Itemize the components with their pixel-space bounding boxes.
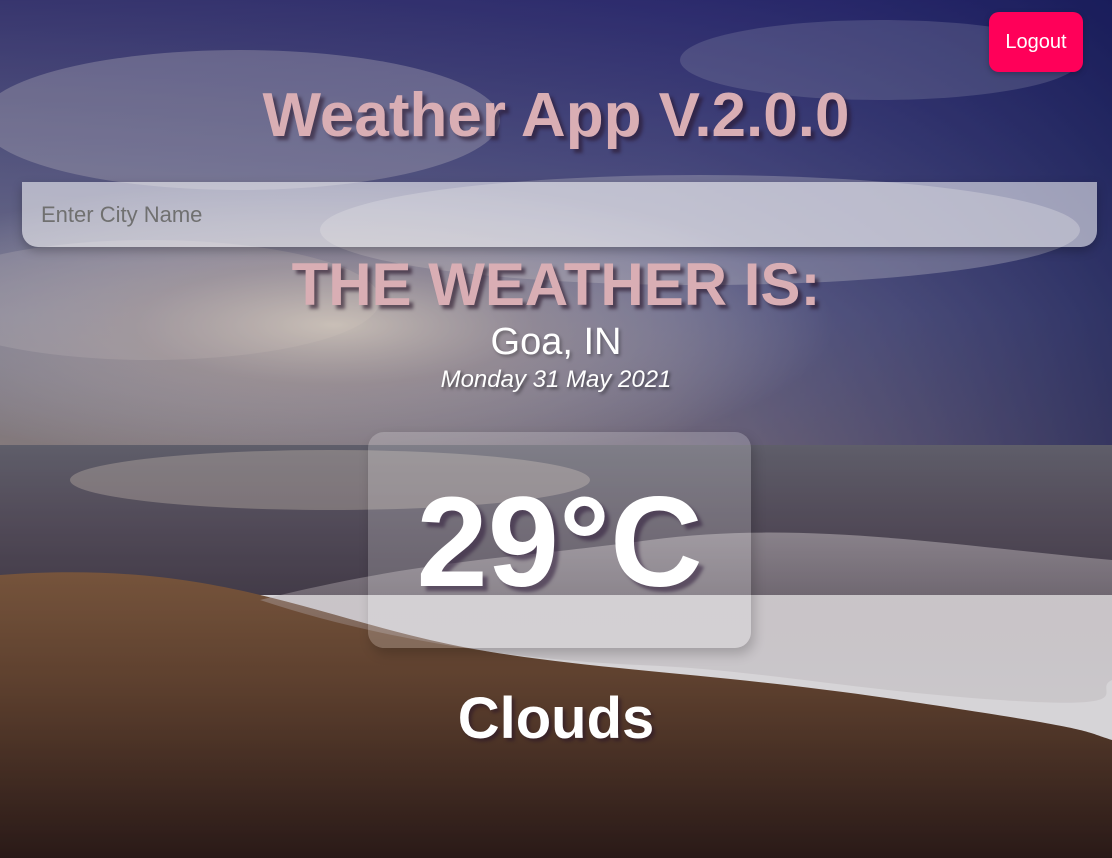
- weather-condition: Clouds: [457, 686, 655, 751]
- date-label: Monday 31 May 2021: [440, 366, 672, 393]
- city-search-input[interactable]: [22, 182, 1097, 247]
- weather-heading: THE WEATHER IS:: [291, 251, 821, 318]
- logout-button[interactable]: Logout: [989, 12, 1083, 72]
- location-label: Goa, IN: [490, 321, 622, 363]
- temperature-value: 29°C: [416, 471, 703, 614]
- temperature-card: 29°C: [368, 432, 751, 648]
- app-title: Weather App V.2.0.0: [262, 81, 850, 150]
